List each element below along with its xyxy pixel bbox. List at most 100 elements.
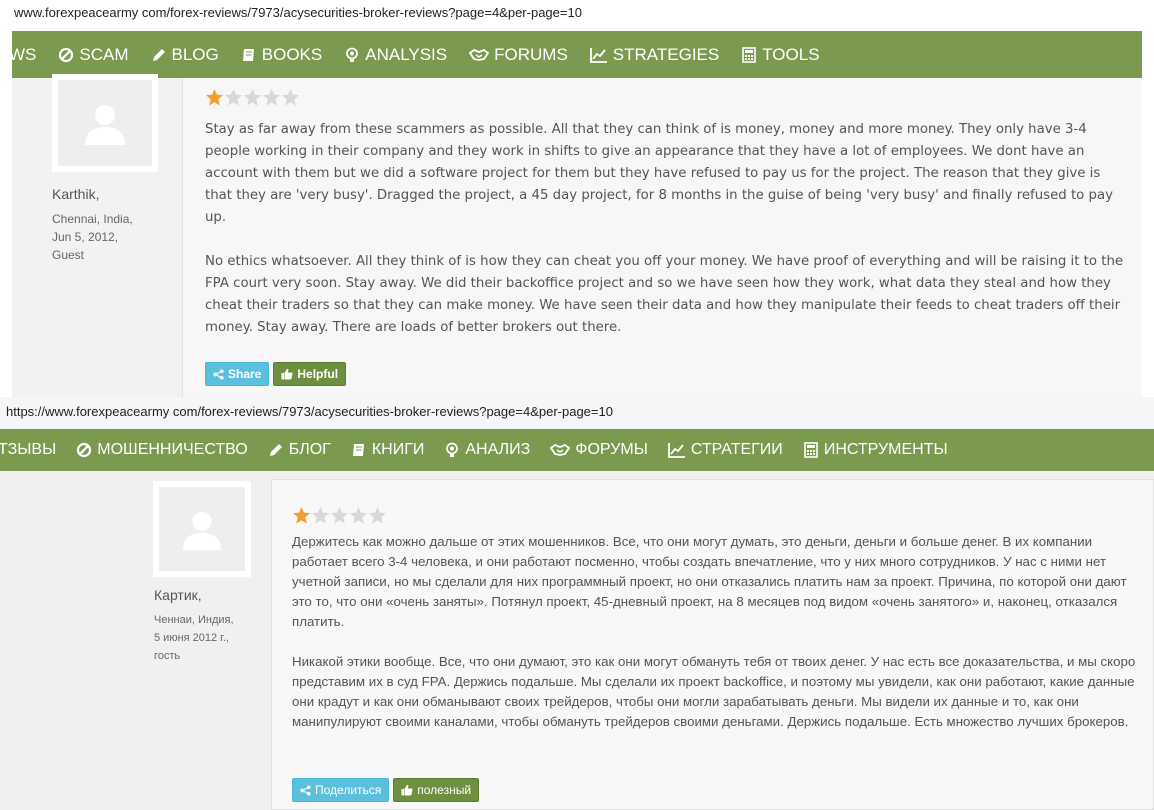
nav-label: ТЗЫВЫ [0, 441, 57, 458]
nav-label: СТРАТЕГИИ [690, 441, 783, 458]
nav-item-reviews[interactable]: WS [9, 45, 36, 65]
nav-label: SCAM [79, 44, 129, 64]
review-paragraph: Никакой этики вообще. Все, что они думаю… [292, 654, 1136, 729]
star-rating [205, 88, 300, 107]
nav-label: BOOKS [261, 44, 323, 64]
line-chart-icon [589, 47, 607, 63]
share-icon [213, 368, 224, 380]
review-date: 5 июня 2012 г., [154, 632, 229, 644]
main-navigation: WS SCAM BLOG BOOKS ANALYSIS FORUMS STRAT… [9, 31, 1142, 78]
star-icon-empty [349, 506, 368, 524]
nav-item-scam[interactable]: SCAM [58, 44, 129, 65]
review-actions: Поделиться полезный [292, 778, 483, 802]
handshake-icon [550, 443, 571, 456]
review-text: Держитесь как можно дальше от этих мошен… [292, 532, 1142, 752]
review-date: Jun 5, 2012, [52, 230, 119, 244]
share-button[interactable]: Поделиться [292, 778, 390, 802]
nav-label: STRATEGIES [612, 44, 720, 64]
review-author: Картик, Ченнаи, Индия, 5 июня 2012 г., г… [154, 587, 234, 665]
star-icon-empty [368, 506, 387, 524]
nav-item-blog[interactable]: БЛОГ [268, 441, 331, 459]
pencil-icon [152, 48, 165, 61]
author-name: Karthik, [52, 186, 100, 202]
star-icon-empty [224, 88, 243, 106]
star-rating [292, 506, 387, 525]
nav-item-blog[interactable]: BLOG [151, 45, 219, 65]
author-name: Картик, [154, 587, 202, 603]
review-item: Karthik, Chennai, India, Jun 5, 2012, Gu… [12, 74, 1142, 397]
star-icon-empty [311, 506, 330, 524]
star-icon-empty [262, 88, 281, 106]
nav-label: КНИГИ [371, 441, 425, 458]
review-content: Stay as far away from these scammers as … [182, 78, 1142, 397]
pencil-icon [269, 444, 282, 456]
share-button[interactable]: Share [205, 362, 270, 386]
review-paragraph: No ethics whatsoever. All they think of … [205, 254, 1124, 335]
share-label: Share [228, 367, 262, 381]
nav-item-forums[interactable]: FORUMS [469, 45, 568, 65]
nav-item-analysis[interactable]: АНАЛИЗ [444, 441, 530, 459]
nav-label: БЛОГ [288, 441, 331, 458]
nav-label: ИНСТРУМЕНТЫ [823, 441, 948, 458]
calculator-icon [804, 442, 818, 458]
address-bar-url[interactable]: www.forexpeacearmy com/forex-reviews/797… [14, 5, 582, 20]
address-bar-url[interactable]: https://www.forexpeacearmy com/forex-rev… [6, 404, 613, 419]
nav-item-books[interactable]: BOOKS [241, 45, 322, 65]
nav-label: TOOLS [762, 44, 820, 64]
star-icon-filled [205, 88, 224, 106]
nav-label: ANALYSIS [365, 44, 448, 64]
user-silhouette-icon [182, 511, 222, 551]
ban-icon [77, 442, 92, 458]
nav-item-books[interactable]: КНИГИ [351, 441, 425, 459]
thumbs-up-icon [281, 368, 293, 380]
author-role: Guest [52, 248, 85, 262]
helpful-button[interactable]: полезный [393, 778, 480, 802]
nav-item-tools[interactable]: TOOLS [741, 44, 820, 65]
avatar [52, 74, 158, 172]
nav-item-strategies[interactable]: СТРАТЕГИИ [667, 441, 783, 459]
main-navigation: ТЗЫВЫ МОШЕННИЧЕСТВО БЛОГ КНИГИ АНАЛИЗ ФО… [0, 429, 1154, 471]
user-silhouette-icon [85, 105, 125, 145]
nav-item-forums[interactable]: ФОРУМЫ [550, 441, 648, 459]
nav-label: АНАЛИЗ [465, 441, 531, 458]
nav-label: FORUMS [494, 44, 568, 64]
star-icon-filled [292, 506, 311, 524]
nav-item-strategies[interactable]: STRATEGIES [589, 44, 720, 65]
author-location: Ченнаи, Индия, [154, 614, 234, 626]
book-icon [352, 444, 364, 456]
handshake-icon [469, 48, 490, 61]
nav-item-scam[interactable]: МОШЕННИЧЕСТВО [76, 441, 248, 459]
star-icon-empty [243, 88, 262, 106]
russian-screenshot-panel: https://www.forexpeacearmy com/forex-rev… [0, 397, 1154, 810]
nav-item-analysis[interactable]: ANALYSIS [344, 45, 447, 65]
nav-item-reviews[interactable]: ТЗЫВЫ [0, 441, 56, 459]
review-content: Держитесь как можно дальше от этих мошен… [271, 479, 1154, 810]
english-screenshot-panel: www.forexpeacearmy com/forex-reviews/797… [0, 0, 1154, 397]
helpful-label: полезный [417, 783, 472, 797]
line-chart-icon [667, 443, 685, 458]
author-location: Chennai, India, [52, 212, 133, 226]
review-author: Karthik, Chennai, India, Jun 5, 2012, Gu… [52, 186, 133, 264]
share-label: Поделиться [315, 783, 382, 797]
book-icon [242, 48, 254, 61]
lightbulb-icon [446, 442, 459, 457]
helpful-label: Helpful [297, 367, 339, 381]
review-paragraph: Держитесь как можно дальше от этих мошен… [292, 534, 1127, 629]
calculator-icon [742, 46, 757, 63]
ban-icon [59, 47, 74, 62]
nav-label: МОШЕННИЧЕСТВО [97, 441, 248, 458]
review-item: Картик, Ченнаи, Индия, 5 июня 2012 г., г… [0, 471, 1154, 810]
nav-label: ФОРУМЫ [575, 441, 648, 458]
nav-label: BLOG [171, 44, 219, 64]
nav-label: WS [9, 44, 37, 64]
review-actions: Share Helpful [205, 362, 350, 386]
lightbulb-icon [346, 47, 359, 62]
star-icon-empty [330, 506, 349, 524]
author-role: гость [154, 650, 181, 662]
thumbs-up-icon [401, 784, 413, 796]
review-paragraph: Stay as far away from these scammers as … [205, 122, 1113, 225]
helpful-button[interactable]: Helpful [273, 362, 347, 386]
share-icon [300, 784, 311, 796]
nav-item-tools[interactable]: ИНСТРУМЕНТЫ [803, 441, 948, 459]
avatar [153, 481, 251, 577]
